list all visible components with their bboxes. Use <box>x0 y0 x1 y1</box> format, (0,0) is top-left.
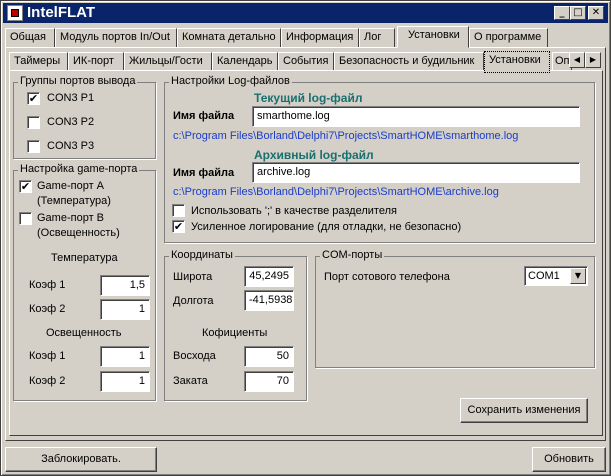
light-coef2-label: Коэф 2 <box>29 375 66 387</box>
tab-scroll-right-icon[interactable]: ▶ <box>585 52 601 68</box>
light-coef1-input[interactable]: 1 <box>100 346 150 367</box>
temp-coef2-input[interactable]: 1 <box>100 299 150 320</box>
subtab-settings[interactable]: Установки <box>484 51 550 73</box>
subtab-security[interactable]: Безопасность и будильник <box>334 52 484 72</box>
con3-p2-label: CON3 P2 <box>47 116 95 128</box>
longitude-label: Долгота <box>173 295 214 307</box>
game-port-a-label: Game-порт A <box>37 180 104 192</box>
longitude-input[interactable]: -41,5938 <box>244 290 294 311</box>
con3-p3-label: CON3 P3 <box>47 140 95 152</box>
verbose-logging-checkbox[interactable]: ✔ <box>172 220 185 233</box>
subtab-ir-port[interactable]: ИК-порт <box>68 52 124 72</box>
chevron-down-icon[interactable]: ▼ <box>570 268 586 284</box>
log-settings-title: Настройки Log-файлов <box>169 75 292 87</box>
coordinates-title: Координаты <box>169 249 235 261</box>
window-title: IntelFLAT <box>27 4 96 21</box>
tab-ports-io[interactable]: Модуль портов In/Out <box>55 28 177 48</box>
minimize-icon[interactable]: _ <box>554 6 570 20</box>
latitude-label: Широта <box>173 271 213 283</box>
save-changes-button[interactable]: Сохранить изменения <box>460 398 588 423</box>
close-icon[interactable]: ✕ <box>588 6 604 20</box>
tab-information[interactable]: Информация <box>281 28 359 48</box>
con3-p2-checkbox[interactable] <box>27 116 40 129</box>
sunrise-label: Восхода <box>173 350 216 362</box>
app-icon <box>7 5 23 21</box>
archive-log-path: c:\Program Files\Borland\Delphi7\Project… <box>173 186 499 198</box>
subtab-timers[interactable]: Таймеры <box>9 52 68 72</box>
archive-filename-label: Имя файла <box>173 167 235 179</box>
sunrise-input[interactable]: 50 <box>244 346 294 367</box>
com-ports-title: COM-порты <box>320 249 385 261</box>
maximize-icon[interactable]: □ <box>570 6 586 20</box>
lock-button[interactable]: Заблокировать. <box>5 447 157 472</box>
temp-coef2-label: Коэф 2 <box>29 303 66 315</box>
current-log-filename-input[interactable]: smarthome.log <box>252 106 580 127</box>
temperature-heading: Температура <box>51 252 118 264</box>
refresh-button[interactable]: Обновить <box>532 447 606 472</box>
title-bar[interactable]: IntelFLAT _ □ ✕ <box>3 3 608 23</box>
output-ports-title: Группы портов вывода <box>18 75 138 87</box>
subtab-calendar[interactable]: Календарь <box>212 52 278 72</box>
subtab-events[interactable]: События <box>278 52 334 72</box>
separator-checkbox[interactable] <box>172 204 185 217</box>
phone-port-value: COM1 <box>528 270 560 282</box>
subtab-residents[interactable]: Жильцы/Гости <box>124 52 212 72</box>
tab-scroll-left-icon[interactable]: ◀ <box>569 52 585 68</box>
temp-coef1-label: Коэф 1 <box>29 279 66 291</box>
tab-settings[interactable]: Установки <box>397 26 469 48</box>
phone-port-select[interactable]: COM1 ▼ <box>524 266 588 286</box>
current-log-heading: Текущий log-файл <box>254 91 363 105</box>
con3-p1-checkbox[interactable]: ✔ <box>27 92 40 105</box>
tab-log[interactable]: Лог <box>359 28 395 48</box>
current-filename-label: Имя файла <box>173 110 235 122</box>
sunset-input[interactable]: 70 <box>244 371 294 392</box>
coefficients-heading: Кофициенты <box>202 327 268 339</box>
game-port-b-sub: (Освещенность) <box>37 227 120 239</box>
game-port-title: Настройка game-порта <box>18 163 140 175</box>
verbose-logging-label: Усиленное логирование (для отладки, не б… <box>191 221 462 233</box>
current-log-path: c:\Program Files\Borland\Delphi7\Project… <box>173 130 519 142</box>
temp-coef1-input[interactable]: 1,5 <box>100 275 150 296</box>
tab-room-detail[interactable]: Комната детально <box>177 28 281 48</box>
phone-port-label: Порт сотового телефона <box>324 271 450 283</box>
light-heading: Освещенность <box>46 327 122 339</box>
game-port-a-checkbox[interactable]: ✔ <box>19 180 32 193</box>
light-coef1-label: Коэф 1 <box>29 350 66 362</box>
archive-log-filename-input[interactable]: archive.log <box>252 162 580 183</box>
tab-about[interactable]: О программе <box>469 28 548 48</box>
game-port-a-sub: (Температура) <box>37 195 111 207</box>
tab-general[interactable]: Общая <box>5 28 55 48</box>
archive-log-heading: Архивный log-файл <box>254 148 374 162</box>
separator-label: Использовать ';' в качестве разделителя <box>191 205 397 217</box>
game-port-b-checkbox[interactable] <box>19 212 32 225</box>
light-coef2-input[interactable]: 1 <box>100 371 150 392</box>
con3-p1-label: CON3 P1 <box>47 92 95 104</box>
con3-p3-checkbox[interactable] <box>27 140 40 153</box>
game-port-b-label: Game-порт B <box>37 212 104 224</box>
sunset-label: Заката <box>173 375 208 387</box>
latitude-input[interactable]: 45,2495 <box>244 266 294 287</box>
